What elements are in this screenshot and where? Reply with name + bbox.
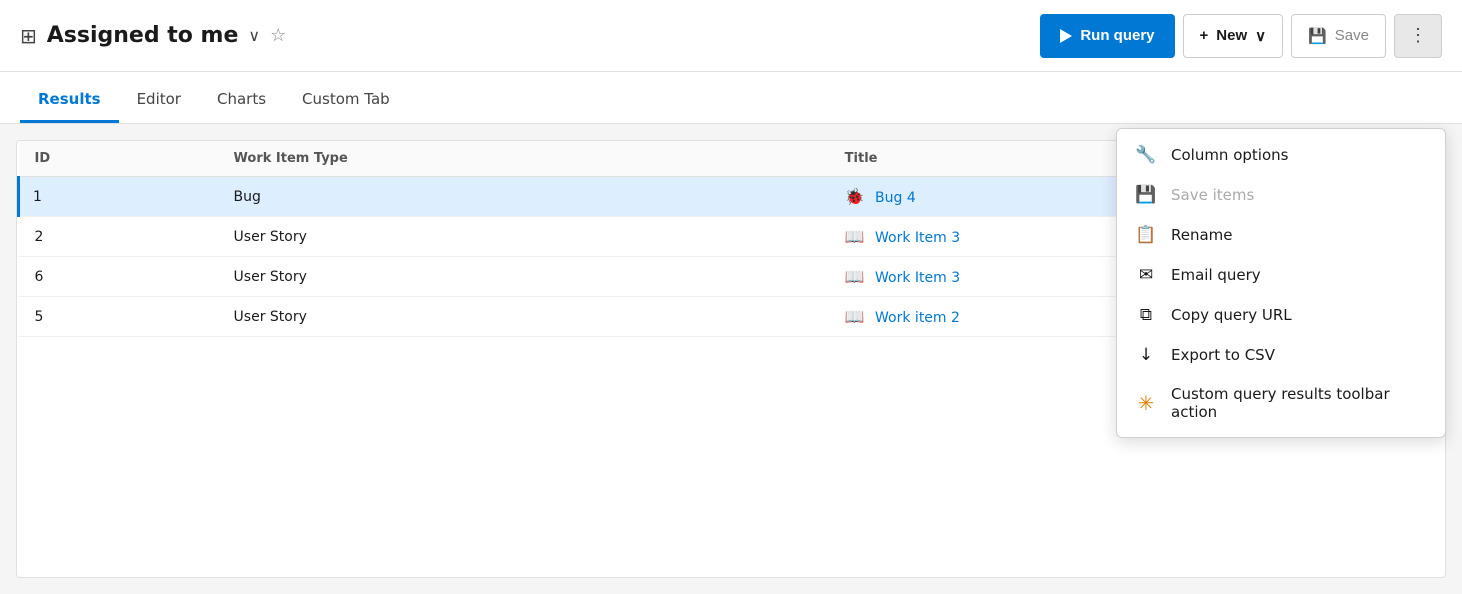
- cell-type: User Story: [218, 217, 829, 257]
- save-label: Save: [1335, 27, 1369, 44]
- cell-id: 5: [19, 297, 218, 337]
- menu-label-copy-url: Copy query URL: [1171, 306, 1292, 324]
- menu-item-rename[interactable]: 📋 Rename: [1117, 215, 1445, 255]
- rename-icon: 📋: [1135, 225, 1157, 245]
- dropdown-menu: 🔧 Column options 💾 Save items 📋 Rename ✉…: [1116, 128, 1446, 438]
- book-icon: 📖: [845, 267, 865, 286]
- work-item-link[interactable]: Work Item 3: [875, 230, 960, 246]
- run-query-button[interactable]: Run query: [1040, 14, 1174, 58]
- tab-results[interactable]: Results: [20, 78, 119, 123]
- cell-type: User Story: [218, 297, 829, 337]
- cell-type: Bug: [218, 177, 829, 217]
- more-icon: ⋮: [1409, 25, 1427, 46]
- new-button[interactable]: + New ∨: [1183, 14, 1284, 58]
- menu-item-column-options[interactable]: 🔧 Column options: [1117, 135, 1445, 175]
- asterisk-icon: ✳: [1135, 391, 1157, 415]
- wrench-icon: 🔧: [1135, 145, 1157, 165]
- new-plus-icon: +: [1200, 27, 1209, 44]
- menu-item-custom-action[interactable]: ✳ Custom query results toolbar action: [1117, 375, 1445, 431]
- work-item-link[interactable]: Work Item 3: [875, 270, 960, 286]
- new-chevron-icon: ∨: [1255, 27, 1266, 45]
- tab-custom-tab[interactable]: Custom Tab: [284, 78, 408, 123]
- cell-id: 2: [19, 217, 218, 257]
- bug-icon: 🐞: [845, 187, 865, 206]
- header: ⊞ Assigned to me ∨ ☆ Run query + New ∨ 💾…: [0, 0, 1462, 72]
- book-icon: 📖: [845, 307, 865, 326]
- new-label: New: [1216, 27, 1247, 44]
- cell-type: User Story: [218, 257, 829, 297]
- tabs-bar: Results Editor Charts Custom Tab: [0, 72, 1462, 124]
- run-query-label: Run query: [1080, 27, 1154, 44]
- query-title: Assigned to me: [47, 23, 239, 48]
- menu-label-rename: Rename: [1171, 226, 1233, 244]
- header-left: ⊞ Assigned to me ∨ ☆: [20, 23, 1028, 48]
- menu-label-export-csv: Export to CSV: [1171, 346, 1275, 364]
- chevron-down-icon[interactable]: ∨: [248, 26, 260, 45]
- more-button[interactable]: ⋮: [1394, 14, 1442, 58]
- menu-label-save-items: Save items: [1171, 186, 1254, 204]
- save-button[interactable]: 💾 Save: [1291, 14, 1386, 58]
- copy-icon: ⧉: [1135, 305, 1157, 325]
- tab-editor[interactable]: Editor: [119, 78, 199, 123]
- work-item-link[interactable]: Work item 2: [875, 310, 960, 326]
- tab-charts[interactable]: Charts: [199, 78, 284, 123]
- col-work-item-type: Work Item Type: [218, 141, 829, 177]
- menu-item-save-items: 💾 Save items: [1117, 175, 1445, 215]
- col-id: ID: [19, 141, 218, 177]
- cell-id: 6: [19, 257, 218, 297]
- menu-label-custom-action: Custom query results toolbar action: [1171, 385, 1427, 421]
- save-disk-icon: 💾: [1308, 27, 1327, 45]
- save-icon: 💾: [1135, 185, 1157, 205]
- menu-item-copy-url[interactable]: ⧉ Copy query URL: [1117, 295, 1445, 335]
- work-item-link[interactable]: Bug 4: [875, 190, 916, 206]
- menu-label-column-options: Column options: [1171, 146, 1288, 164]
- main-content: ID Work Item Type Title 1 Bug 🐞 Bug 4 2 …: [0, 124, 1462, 594]
- menu-label-email-query: Email query: [1171, 266, 1261, 284]
- header-actions: Run query + New ∨ 💾 Save ⋮: [1040, 14, 1442, 58]
- download-icon: ↓: [1135, 345, 1157, 365]
- cell-id: 1: [19, 177, 218, 217]
- star-icon[interactable]: ☆: [270, 25, 286, 46]
- book-icon: 📖: [845, 227, 865, 246]
- menu-item-export-csv[interactable]: ↓ Export to CSV: [1117, 335, 1445, 375]
- email-icon: ✉: [1135, 265, 1157, 285]
- play-icon: [1060, 29, 1072, 43]
- menu-item-email-query[interactable]: ✉ Email query: [1117, 255, 1445, 295]
- table-icon: ⊞: [20, 24, 37, 48]
